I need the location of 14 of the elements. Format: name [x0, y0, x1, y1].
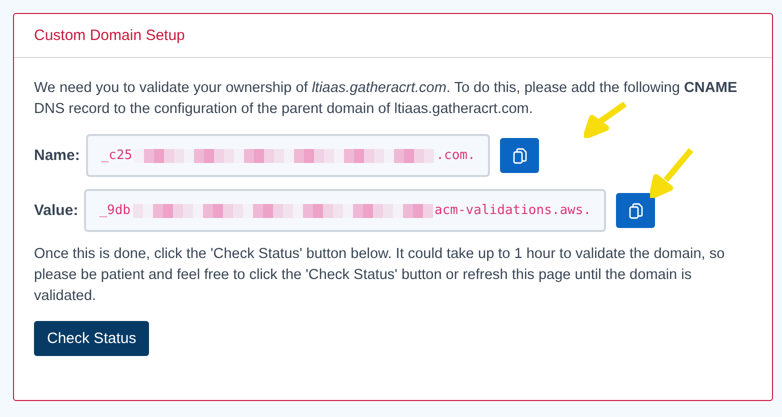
copy-icon	[628, 202, 643, 218]
card-title: Custom Domain Setup	[34, 27, 185, 44]
annotation-arrow	[650, 148, 694, 198]
copy-button[interactable]	[616, 193, 656, 228]
field-label: Name:	[34, 147, 80, 164]
record-field[interactable]: _c25 .com.	[86, 134, 490, 177]
copy-icon	[512, 148, 527, 164]
status-note-text: Once this is done, click the 'Check Status' button below. It could take up to 1 hour to validate the domain, so please be patient and feel free to click the 'Check Status' button or refresh this page until the domain is validated.	[34, 245, 726, 306]
check-status-button[interactable]: Check Status	[34, 321, 150, 356]
record-field[interactable]: _9db acm-validations.aws.	[84, 189, 606, 232]
copy-button[interactable]	[500, 138, 540, 173]
instructions-text: We need you to validate your ownership of ltiaas.gatheracrt.com. To do this, please add the following CNAME DNS record to the configuration of the parent domain of ltiaas.gatheracrt.com.	[34, 79, 738, 119]
field-label: Value:	[34, 202, 78, 219]
annotation-arrow	[584, 102, 628, 138]
